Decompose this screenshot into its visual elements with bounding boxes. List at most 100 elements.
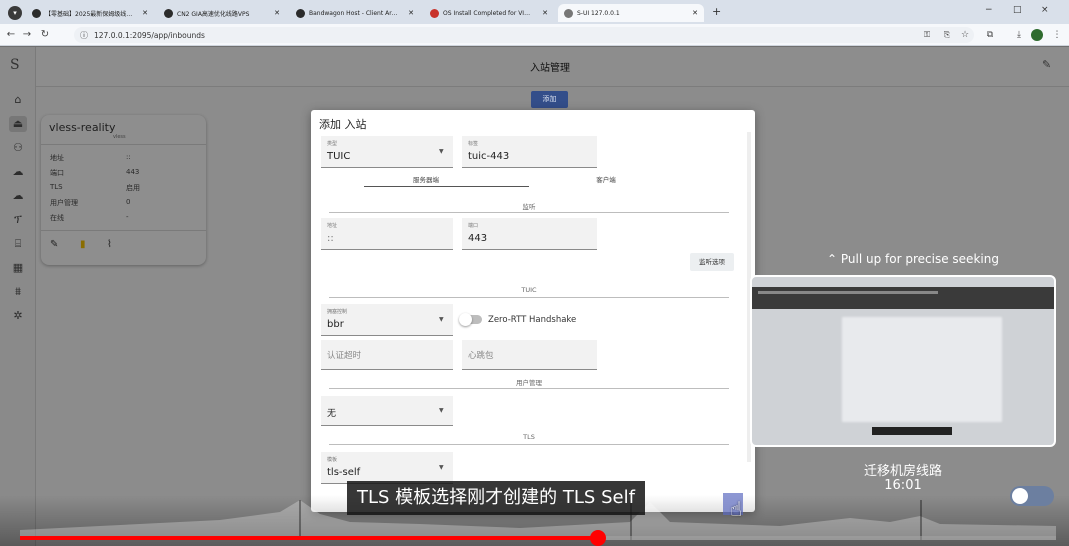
- card-subtitle: vless: [113, 134, 126, 140]
- browser-tab-4[interactable]: OS Install Completed for VI… ✕: [424, 4, 554, 22]
- divider: [329, 388, 729, 389]
- congestion-control-select[interactable]: 拥塞控制 bbr ▼: [321, 304, 453, 336]
- field-value: TUIC: [327, 151, 351, 162]
- browser-tab-3[interactable]: Bandwagon Host - Client Ar… ✕: [290, 4, 420, 22]
- close-tab-icon[interactable]: ✕: [686, 9, 698, 17]
- dropdown-caret-icon: ▼: [439, 407, 444, 414]
- tab-label: 【零基础】2025最新保姆级线…: [45, 10, 133, 18]
- field-label: 类型: [327, 141, 338, 147]
- tree-icon[interactable]: ⩩: [9, 284, 27, 300]
- browser-tab-active[interactable]: S-UI 127.0.0.1 ✕: [558, 4, 704, 22]
- active-tab-indicator: [364, 186, 529, 187]
- new-tab-button[interactable]: +: [712, 5, 721, 18]
- tab-search-icon[interactable]: ▾: [8, 6, 22, 20]
- app-logo: S: [10, 57, 20, 73]
- tab-server[interactable]: 服务器端: [321, 174, 531, 184]
- toggle-knob: [459, 313, 472, 326]
- close-tab-icon[interactable]: ✕: [268, 9, 280, 17]
- browser-menu-icon[interactable]: ⋮: [1050, 27, 1064, 43]
- tiles-icon[interactable]: ▦: [9, 260, 27, 276]
- site-info-icon[interactable]: ⓘ: [80, 30, 88, 41]
- rules-icon[interactable]: ⌸: [9, 236, 27, 252]
- add-inbound-button[interactable]: 添加: [531, 91, 568, 108]
- field-value: ::: [327, 233, 334, 244]
- field-label: 端口: [468, 223, 479, 229]
- home-icon[interactable]: ⌂: [9, 92, 27, 108]
- back-icon[interactable]: ←: [4, 27, 18, 43]
- cloud-icon[interactable]: ☁: [9, 188, 27, 204]
- gmail-icon: [430, 8, 439, 18]
- extensions-icon[interactable]: ⧉: [983, 27, 997, 43]
- address-input[interactable]: 地址 ::: [321, 218, 453, 250]
- field-value: bbr: [327, 319, 344, 330]
- divider: [329, 212, 729, 213]
- chevron-up-icon: ⌃: [827, 252, 841, 266]
- video-caption: TLS 模板选择刚才创建的 TLS Self: [347, 481, 645, 515]
- close-tab-icon[interactable]: ✕: [136, 9, 148, 17]
- minimize-button[interactable]: −: [985, 5, 993, 15]
- forward-icon[interactable]: →: [20, 27, 34, 43]
- edit-icon[interactable]: ✎: [50, 239, 58, 250]
- theme-toggle-icon[interactable]: ✎: [1042, 58, 1051, 71]
- field-placeholder: 认证超时: [327, 351, 362, 361]
- close-window-button[interactable]: ×: [1041, 5, 1049, 15]
- type-select[interactable]: 类型 TUIC ▼: [321, 136, 453, 168]
- thumb-caption: [872, 427, 952, 435]
- progress-scrubber[interactable]: [590, 530, 607, 546]
- page-title: 入站管理: [530, 63, 570, 74]
- tab-client[interactable]: 客户端: [551, 174, 661, 184]
- card-key: 在线: [50, 214, 64, 222]
- tag-input[interactable]: 标签 tuic-443: [462, 136, 597, 168]
- card-key: 端口: [50, 169, 64, 177]
- bookmark-star-icon[interactable]: ☆: [958, 27, 972, 43]
- divider: [329, 297, 729, 298]
- tab-favicon-icon: [564, 8, 573, 18]
- tab-label: OS Install Completed for VI…: [443, 9, 531, 17]
- antenna-icon[interactable]: ፕ: [9, 212, 27, 228]
- stats-chart-icon[interactable]: ⌇: [107, 239, 112, 250]
- card-value: 启用: [126, 184, 140, 192]
- browser-tab-1[interactable]: 【零基础】2025最新保姆级线… ✕: [26, 4, 154, 22]
- close-tab-icon[interactable]: ✕: [402, 9, 414, 17]
- port-input[interactable]: 端口 443: [462, 218, 597, 250]
- users-icon[interactable]: ⚇: [9, 140, 27, 156]
- download-icon[interactable]: ⤓: [1012, 27, 1026, 43]
- card-key: 用户管理: [50, 199, 78, 207]
- field-value: 无: [327, 409, 337, 419]
- heartbeat-input[interactable]: 心跳包: [462, 340, 597, 370]
- auth-timeout-input[interactable]: 认证超时: [321, 340, 453, 370]
- listen-options-button[interactable]: 监听选项: [690, 253, 734, 271]
- tab-label: S-UI 127.0.0.1: [577, 9, 620, 17]
- inbound-card: vless-reality vless 地址 :: 端口 443 TLS 启用 …: [41, 115, 206, 265]
- zero-rtt-label: Zero-RTT Handshake: [488, 315, 577, 325]
- file-icon[interactable]: ▮: [80, 239, 86, 250]
- password-key-icon[interactable]: ⚿: [920, 27, 934, 43]
- thumb-blur: [758, 291, 938, 294]
- seek-preview-thumbnail: [750, 275, 1056, 447]
- section-heading: 用户管理: [516, 379, 542, 387]
- settings-icon[interactable]: ✲: [9, 308, 27, 324]
- reload-icon[interactable]: ↻: [38, 27, 52, 43]
- add-inbound-dialog: 添加 入站 类型 TUIC ▼ 标签 tuic-443 服务器端 客户端 监听 …: [311, 110, 755, 512]
- field-value: tls-self: [327, 467, 361, 478]
- translate-icon[interactable]: ⎘: [940, 27, 954, 43]
- field-label: 模板: [327, 457, 338, 463]
- maximize-button[interactable]: □: [1013, 5, 1022, 15]
- dropdown-caret-icon: ▼: [439, 316, 444, 323]
- seek-hint-text: Pull up for precise seeking: [840, 252, 999, 266]
- browser-tab-2[interactable]: CN2 GIA高速优化线路VPS ✕: [158, 4, 286, 22]
- field-label: 地址: [327, 223, 338, 229]
- tab-favicon-icon: [32, 8, 41, 18]
- divider: [41, 144, 206, 145]
- url-text: 127.0.0.1:2095/app/inbounds: [94, 30, 205, 40]
- tls-template-select[interactable]: 模板 tls-self ▼: [321, 452, 453, 484]
- dropdown-caret-icon: ▼: [439, 464, 444, 471]
- users-select[interactable]: 无 ▼: [321, 396, 453, 426]
- cloud-upload-icon[interactable]: ☁: [9, 164, 27, 180]
- card-value: -: [126, 213, 129, 221]
- tab-label: CN2 GIA高速优化线路VPS: [177, 10, 250, 18]
- profile-avatar[interactable]: [1031, 29, 1043, 41]
- close-tab-icon[interactable]: ✕: [536, 9, 548, 17]
- url-field[interactable]: ⓘ 127.0.0.1:2095/app/inbounds: [74, 27, 974, 43]
- inbounds-icon[interactable]: ⏏: [9, 116, 27, 132]
